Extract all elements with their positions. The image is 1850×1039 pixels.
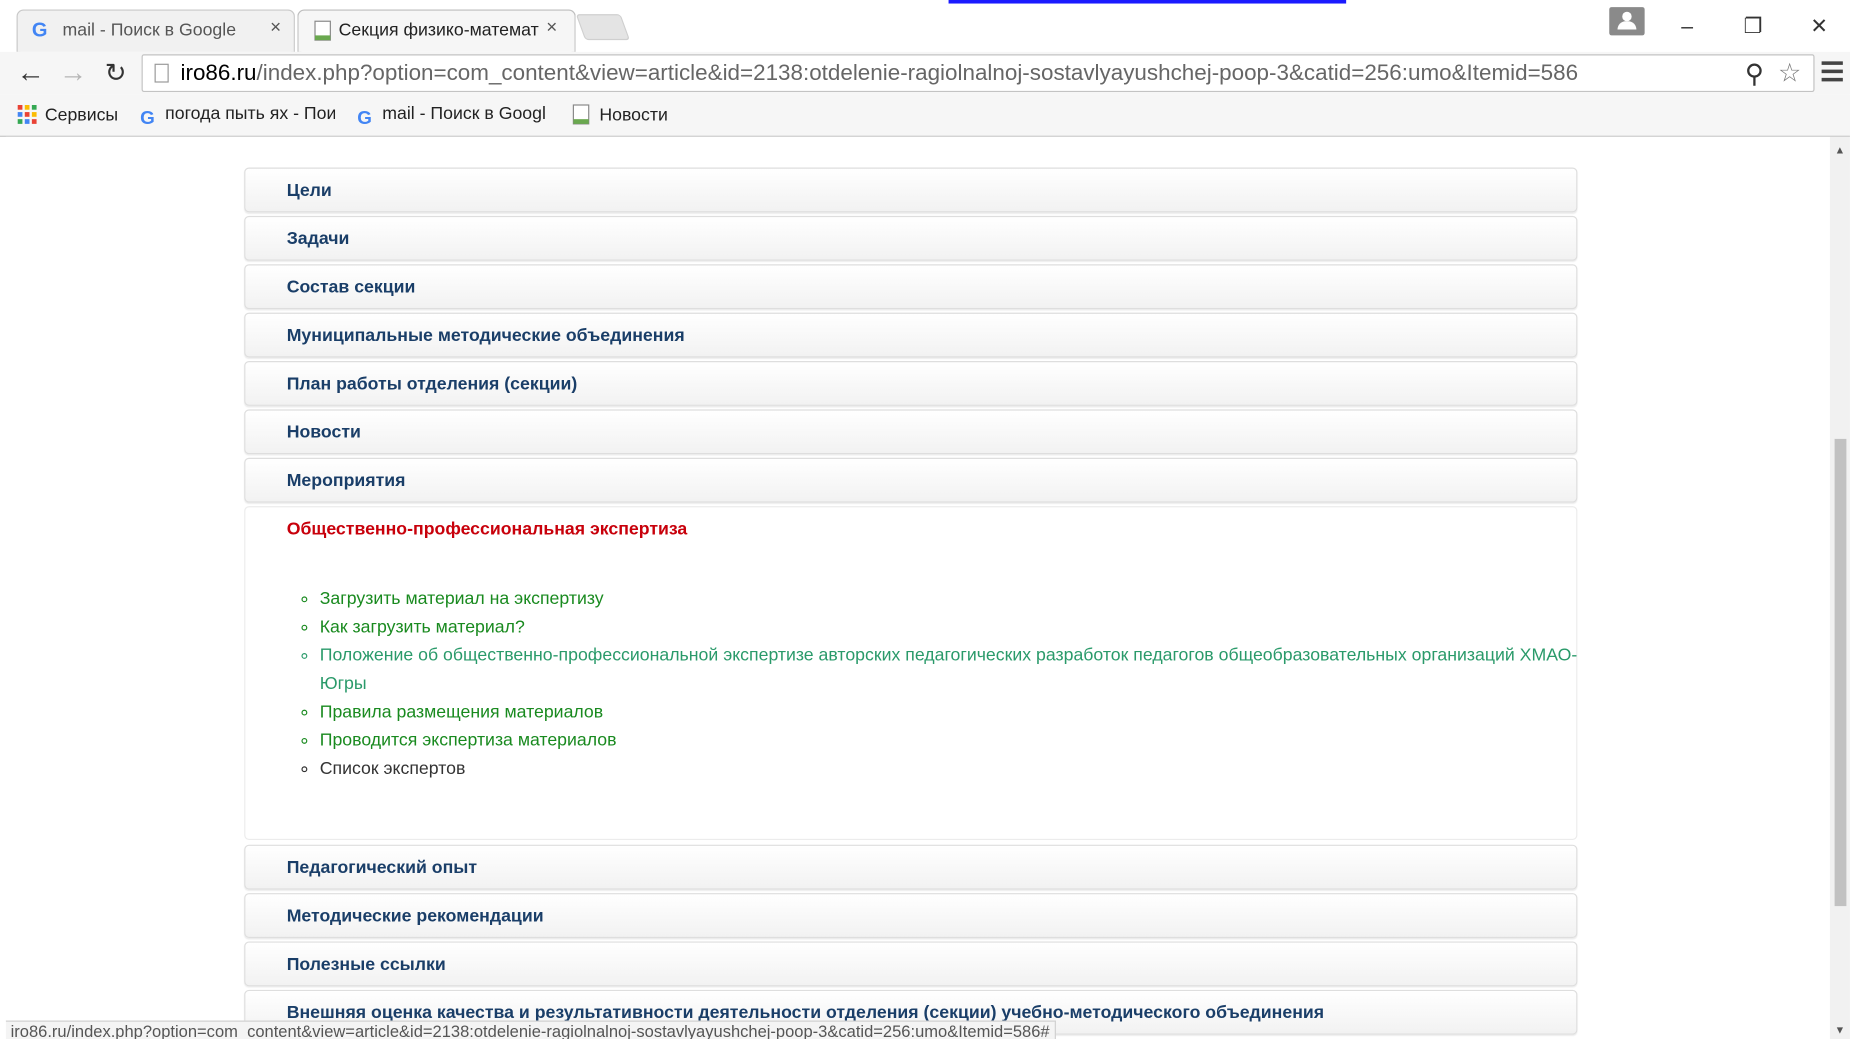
browser-window: G mail - Поиск в Google × Секция физико-… [0, 0, 1850, 1039]
profile-icon[interactable] [1609, 7, 1645, 36]
list-item[interactable]: Как загрузить материал? [320, 613, 1594, 641]
list-item: Список экспертов [320, 755, 1594, 783]
scrollbar-thumb[interactable] [1834, 438, 1847, 907]
accordion-item-work-plan[interactable]: План работы отделения (секции) [244, 361, 1578, 406]
google-g-icon: G [31, 18, 48, 42]
minimize-button[interactable]: – [1664, 9, 1711, 42]
tab-mail-search[interactable]: G mail - Поиск в Google × [16, 9, 295, 52]
zoom-icon[interactable]: ⚲ [1745, 59, 1764, 90]
accordion-item-public-expertise: Общественно-профессиональная экспертиза … [244, 506, 1578, 841]
bookmark-mail-search[interactable]: Gmail - Поиск в Googl [354, 104, 550, 130]
accordion-item-useful-links[interactable]: Полезные ссылки [244, 941, 1578, 987]
bookmark-star-icon[interactable]: ☆ [1778, 58, 1801, 89]
link-expertise-in-progress[interactable]: Проводится экспертиза материалов [320, 730, 617, 750]
new-tab-button[interactable] [575, 14, 631, 41]
google-g-icon: G [357, 108, 372, 129]
status-bar-url: iro86.ru/index.php?option=com_content&vi… [5, 1020, 1056, 1039]
google-g-icon: G [140, 108, 155, 129]
forward-button[interactable]: → [57, 57, 90, 90]
tab-title: mail - Поиск в Google [62, 20, 237, 41]
accordion-title: План работы отделения (секции) [286, 373, 578, 395]
accordion-item-goals[interactable]: Цели [244, 167, 1578, 213]
apps-grid-icon [17, 104, 38, 125]
window-close-button[interactable]: ✕ [1796, 9, 1843, 42]
title-bar: G mail - Поиск в Google × Секция физико-… [0, 0, 1850, 52]
accordion-title: Мероприятия [286, 470, 406, 491]
accordion-item-events[interactable]: Мероприятия [244, 457, 1578, 503]
page-viewport: Цели Задачи Состав секции Муниципальные … [5, 136, 1830, 1039]
link-regulation[interactable]: Положение об общественно-профессионально… [320, 645, 1578, 693]
blue-highlight-bar [948, 0, 1347, 4]
bookmark-label: mail - Поиск в Googl [382, 103, 546, 124]
accordion-item-method-recommendations[interactable]: Методические рекомендации [244, 893, 1578, 938]
accordion-title: Педагогический опыт [286, 857, 478, 878]
bookmark-news[interactable]: Новости [571, 104, 668, 125]
accordion-item-news[interactable]: Новости [244, 409, 1578, 455]
accordion-item-section-members[interactable]: Состав секции [244, 264, 1578, 310]
scroll-up-icon[interactable]: ▲ [1835, 144, 1846, 156]
reload-button[interactable]: ↻ [99, 57, 132, 90]
bookmark-label: Новости [599, 105, 668, 126]
page-favicon [571, 104, 592, 125]
page-favicon [313, 20, 334, 41]
experts-list-text: Список экспертов [319, 758, 466, 779]
list-item[interactable]: Проводится экспертиза материалов [320, 727, 1594, 755]
bookmark-label: погода пыть ях - Пои [165, 103, 336, 124]
link-how-to-upload[interactable]: Как загрузить материал? [320, 617, 525, 637]
tab-title: Секция физико-математ [338, 20, 539, 41]
link-upload-material[interactable]: Загрузить материал на экспертизу [320, 589, 604, 609]
scroll-down-icon[interactable]: ▼ [1835, 1024, 1846, 1036]
accordion-title: Муниципальные методические объединения [286, 325, 685, 346]
accordion-title: Полезные ссылки [286, 954, 446, 975]
list-item[interactable]: Загрузить материал на экспертизу [320, 585, 1594, 613]
accordion-title: Состав секции [286, 277, 416, 298]
bookmark-label: Сервисы [44, 105, 119, 126]
list-item[interactable]: Правила размещения материалов [320, 698, 1594, 726]
address-bar[interactable]: iro86.ru/index.php?option=com_content&vi… [141, 54, 1815, 93]
accordion-title-active[interactable]: Общественно-профессиональная экспертиза [287, 519, 688, 539]
close-icon[interactable]: × [546, 18, 557, 39]
bookmark-apps[interactable]: Сервисы [17, 104, 119, 126]
accordion-item-municipal-associations[interactable]: Муниципальные методические объединения [244, 312, 1578, 358]
restore-button[interactable]: ❐ [1730, 9, 1777, 42]
page-icon [154, 63, 169, 83]
screen: G mail - Поиск в Google × Секция физико-… [0, 0, 1850, 1039]
browser-toolbar: ← → ↻ iro86.ru/index.php?option=com_cont… [0, 51, 1850, 95]
url-text[interactable]: iro86.ru/index.php?option=com_content&vi… [181, 61, 1579, 87]
accordion-title: Задачи [286, 228, 350, 249]
accordion-item-teaching-experience[interactable]: Педагогический опыт [244, 844, 1578, 890]
section-accordion: Цели Задачи Состав секции Муниципальные … [244, 167, 1578, 1039]
tab-section-physics-math[interactable]: Секция физико-математ × [297, 9, 576, 52]
accordion-title: Новости [286, 422, 361, 443]
bookmarks-bar: Сервисы Gпогода пыть ях - Пои Gmail - По… [0, 94, 1850, 137]
accordion-title: Цели [286, 180, 332, 201]
expertise-links-list: Загрузить материал на экспертизу Как заг… [287, 585, 1594, 783]
list-item[interactable]: Положение об общественно-профессионально… [320, 642, 1594, 699]
back-button[interactable]: ← [14, 57, 47, 90]
menu-icon[interactable] [1821, 61, 1846, 85]
accordion-title: Методические рекомендации [286, 906, 544, 927]
close-icon[interactable]: × [270, 18, 281, 39]
bookmark-weather[interactable]: Gпогода пыть ях - Пои [137, 104, 335, 130]
vertical-scrollbar[interactable]: ▲ ▼ [1829, 136, 1850, 1039]
accordion-item-tasks[interactable]: Задачи [244, 215, 1578, 261]
link-placement-rules[interactable]: Правила размещения материалов [320, 702, 603, 722]
